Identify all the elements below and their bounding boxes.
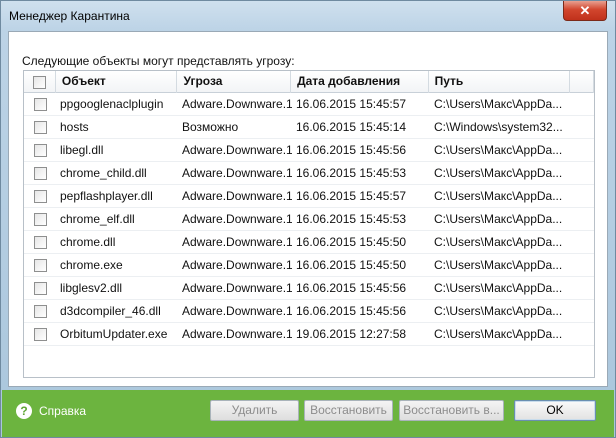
table-row[interactable]: ppgooglenaclplugin Adware.Downware.1 16.… — [24, 93, 594, 116]
cell-threat: Возможно — [182, 120, 239, 134]
cell-threat: Adware.Downware.1 — [182, 327, 292, 341]
column-header-extra[interactable] — [570, 71, 594, 93]
cell-object: ppgooglenaclplugin — [60, 97, 164, 111]
cell-object: chrome.dll — [60, 235, 116, 249]
restore-button[interactable]: Восстановить — [304, 400, 393, 421]
cell-path: C:\Users\Макс\AppDa... — [434, 143, 563, 157]
table-row[interactable]: chrome_elf.dll Adware.Downware.1 16.06.2… — [24, 208, 594, 231]
help-icon: ? — [16, 403, 32, 419]
cell-date: 16.06.2015 15:45:57 — [296, 189, 407, 203]
cell-object: OrbitumUpdater.exe — [60, 327, 168, 341]
cell-path: C:\Users\Макс\AppDa... — [434, 304, 563, 318]
cell-date: 16.06.2015 15:45:56 — [296, 304, 407, 318]
cell-object: libegl.dll — [60, 143, 104, 157]
row-checkbox[interactable] — [33, 235, 47, 249]
cell-object: chrome_elf.dll — [60, 212, 135, 226]
row-checkbox[interactable] — [33, 281, 47, 295]
cell-date: 19.06.2015 12:27:58 — [296, 327, 407, 341]
cell-threat: Adware.Downware.1 — [182, 281, 292, 295]
cell-date: 16.06.2015 15:45:14 — [296, 120, 407, 134]
row-checkbox[interactable] — [33, 143, 47, 157]
cell-object: libglesv2.dll — [60, 281, 123, 295]
cell-date: 16.06.2015 15:45:57 — [296, 97, 407, 111]
quarantine-manager-window: Менеджер Карантина ✕ Следующие объекты м… — [0, 0, 616, 438]
cell-path: C:\Windows\system32... — [434, 120, 563, 134]
table-row[interactable]: chrome.dll Adware.Downware.1 16.06.2015 … — [24, 231, 594, 254]
close-button[interactable]: ✕ — [563, 1, 607, 21]
cell-object: hosts — [60, 120, 89, 134]
table-row[interactable]: pepflashplayer.dll Adware.Downware.1 16.… — [24, 185, 594, 208]
row-checkbox[interactable] — [33, 212, 47, 226]
cell-path: C:\Users\Макс\AppDa... — [434, 189, 563, 203]
cell-date: 16.06.2015 15:45:50 — [296, 235, 407, 249]
table-row[interactable]: chrome.exe Adware.Downware.1 16.06.2015 … — [24, 254, 594, 277]
cell-path: C:\Users\Макс\AppDa... — [434, 166, 563, 180]
cell-path: C:\Users\Макс\AppDa... — [434, 258, 563, 272]
close-icon: ✕ — [579, 2, 591, 18]
column-header-threat[interactable]: Угроза — [177, 71, 292, 93]
table-row[interactable]: libglesv2.dll Adware.Downware.1 16.06.20… — [24, 277, 594, 300]
table-header: Объект Угроза Дата добавления Путь — [24, 71, 594, 93]
cell-date: 16.06.2015 15:45:53 — [296, 212, 407, 226]
row-checkbox[interactable] — [33, 120, 47, 134]
cell-threat: Adware.Downware.1 — [182, 235, 292, 249]
help-link[interactable]: ? Справка — [16, 403, 86, 419]
cell-threat: Adware.Downware.1 — [182, 143, 292, 157]
ok-button[interactable]: OK — [514, 400, 596, 421]
row-checkbox[interactable] — [33, 327, 47, 341]
cell-object: chrome.exe — [60, 258, 123, 272]
table-row[interactable]: OrbitumUpdater.exe Adware.Downware.1 19.… — [24, 323, 594, 346]
content-panel: Следующие объекты могут представлять угр… — [8, 31, 608, 387]
table-body: ppgooglenaclplugin Adware.Downware.1 16.… — [24, 93, 594, 346]
table-row[interactable]: hosts Возможно 16.06.2015 15:45:14 C:\Wi… — [24, 116, 594, 139]
window-title: Менеджер Карантина — [9, 9, 130, 23]
row-checkbox[interactable] — [33, 304, 47, 318]
cell-threat: Adware.Downware.1 — [182, 304, 292, 318]
cell-threat: Adware.Downware.1 — [182, 166, 292, 180]
cell-threat: Adware.Downware.1 — [182, 97, 292, 111]
row-checkbox[interactable] — [33, 166, 47, 180]
row-checkbox[interactable] — [33, 189, 47, 203]
cell-date: 16.06.2015 15:45:50 — [296, 258, 407, 272]
cell-date: 16.06.2015 15:45:56 — [296, 143, 407, 157]
column-header-date[interactable]: Дата добавления — [291, 71, 429, 93]
row-checkbox[interactable] — [33, 97, 47, 111]
cell-path: C:\Users\Макс\AppDa... — [434, 97, 563, 111]
restore-to-button[interactable]: Восстановить в... — [399, 400, 504, 421]
column-header-object[interactable]: Объект — [56, 71, 178, 93]
table-row[interactable]: libegl.dll Adware.Downware.1 16.06.2015 … — [24, 139, 594, 162]
cell-object: d3dcompiler_46.dll — [60, 304, 161, 318]
cell-object: pepflashplayer.dll — [60, 189, 153, 203]
help-label: Справка — [39, 404, 87, 418]
cell-threat: Adware.Downware.1 — [182, 258, 292, 272]
cell-object: chrome_child.dll — [60, 166, 147, 180]
cell-threat: Adware.Downware.1 — [182, 212, 292, 226]
cell-date: 16.06.2015 15:45:53 — [296, 166, 407, 180]
delete-button[interactable]: Удалить — [210, 400, 299, 421]
cell-path: C:\Users\Макс\AppDa... — [434, 235, 563, 249]
title-bar[interactable]: Менеджер Карантина ✕ — [1, 1, 615, 31]
threats-heading: Следующие объекты могут представлять угр… — [22, 54, 295, 68]
table-row[interactable]: chrome_child.dll Adware.Downware.1 16.06… — [24, 162, 594, 185]
select-all-header[interactable] — [24, 71, 56, 93]
row-checkbox[interactable] — [33, 258, 47, 272]
footer-bar: ? Справка Удалить Восстановить Восстанов… — [2, 390, 614, 437]
cell-path: C:\Users\Макс\AppDa... — [434, 281, 563, 295]
column-header-path[interactable]: Путь — [429, 71, 571, 93]
cell-path: C:\Users\Макс\AppDa... — [434, 327, 563, 341]
cell-threat: Adware.Downware.1 — [182, 189, 292, 203]
select-all-checkbox[interactable] — [32, 75, 46, 89]
quarantine-table: Объект Угроза Дата добавления Путь ppgoo… — [23, 70, 595, 378]
table-row[interactable]: d3dcompiler_46.dll Adware.Downware.1 16.… — [24, 300, 594, 323]
cell-date: 16.06.2015 15:45:56 — [296, 281, 407, 295]
cell-path: C:\Users\Макс\AppDa... — [434, 212, 563, 226]
